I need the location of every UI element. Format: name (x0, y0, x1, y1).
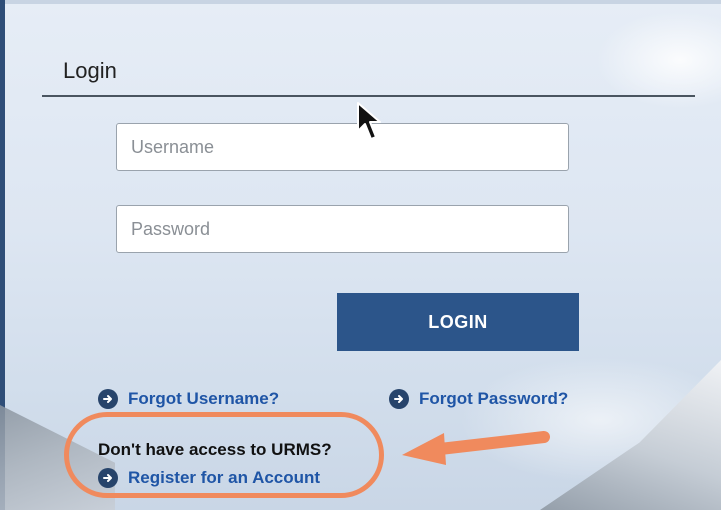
login-title: Login (63, 58, 117, 83)
background-building-right (540, 360, 721, 510)
login-page-background: Login LOGIN Forgot Username? Forgot Pass… (0, 0, 721, 510)
window-top-edge (0, 0, 721, 4)
forgot-username-label: Forgot Username? (128, 389, 280, 408)
title-divider (42, 95, 695, 97)
username-input[interactable] (116, 123, 569, 171)
annotation-highlight-oval (64, 412, 384, 498)
arrow-circle-right-icon (98, 389, 118, 409)
password-input[interactable] (116, 205, 569, 253)
forgot-password-link[interactable]: Forgot Password? (389, 389, 568, 409)
mouse-pointer-icon (357, 102, 381, 140)
forgot-password-label: Forgot Password? (419, 389, 569, 408)
login-button[interactable]: LOGIN (337, 293, 579, 351)
callout-arrow-icon (402, 431, 550, 465)
forgot-username-link[interactable]: Forgot Username? (98, 389, 279, 409)
arrow-circle-right-icon (389, 389, 409, 409)
